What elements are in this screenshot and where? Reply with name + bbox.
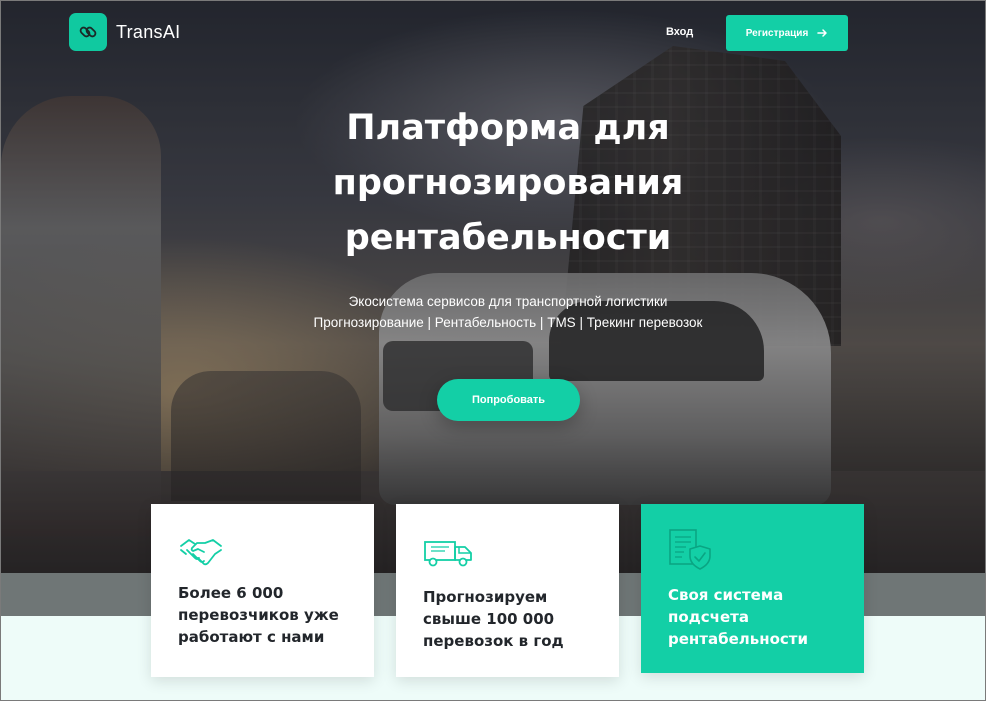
hero-subtitle-line-2: Прогнозирование | Рентабельность | TMS |… <box>313 315 703 330</box>
hero-overlay <box>1 1 985 573</box>
hero-title: Платформа для прогнозирования рентабельн… <box>332 108 684 258</box>
handshake-icon <box>180 539 222 566</box>
document-shield-icon <box>669 529 711 570</box>
try-button[interactable]: Попробовать <box>437 379 580 421</box>
hero-background-image <box>1 1 985 573</box>
feature-card-text: Прогнозируем свыше 100 000 перевозок в г… <box>423 588 564 650</box>
logo-badge[interactable] <box>69 13 107 51</box>
feature-card-forecast: Прогнозируем свыше 100 000 перевозок в г… <box>396 504 619 677</box>
feature-card-profitability: Своя система подсчета рентабельности <box>641 504 864 673</box>
truck-icon <box>424 541 472 567</box>
logo-text[interactable]: TransAI <box>116 22 180 43</box>
register-button[interactable]: Регистрация <box>726 15 848 51</box>
hero-subtitle: Экосистема сервисов для транспортной лог… <box>206 291 810 333</box>
link-icon <box>79 26 97 38</box>
register-button-label: Регистрация <box>745 27 809 39</box>
feature-card-carriers: Более 6 000 перевозчиков уже работают с … <box>151 504 374 677</box>
feature-card-text: Своя система подсчета рентабельности <box>668 586 808 648</box>
page-frame: TransAI Вход Регистрация Платформа для п… <box>0 0 986 701</box>
hero-subtitle-line-1: Экосистема сервисов для транспортной лог… <box>348 294 668 309</box>
arrow-right-icon <box>817 29 828 37</box>
login-link[interactable]: Вход <box>666 26 693 38</box>
feature-card-text: Более 6 000 перевозчиков уже работают с … <box>178 584 339 646</box>
